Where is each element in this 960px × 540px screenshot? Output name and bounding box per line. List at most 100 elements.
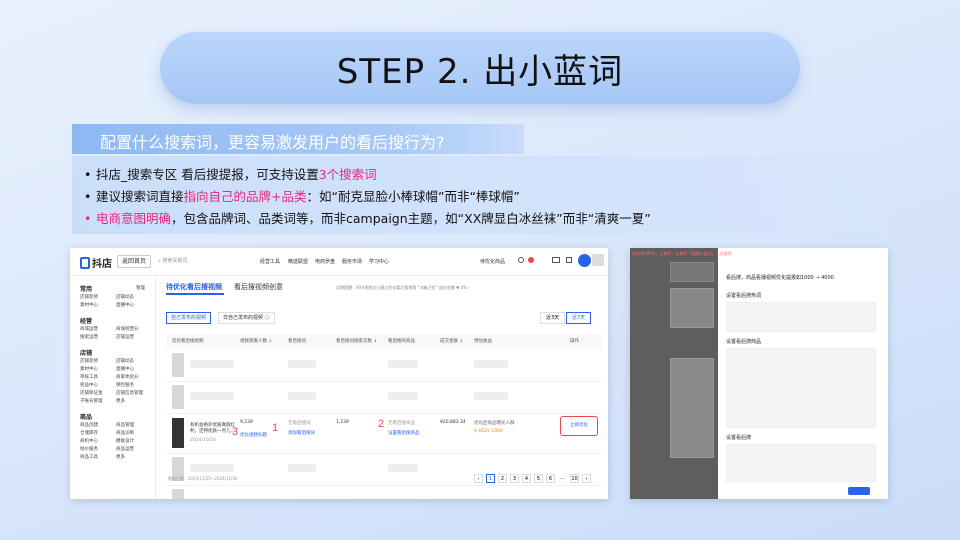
message-icon[interactable]	[552, 257, 560, 263]
table-header: 您的看后搜视频 视频观看人数 ↓ 看后搜词 看后搜词搜索次数 ↓ 看后搜的商品 …	[166, 334, 602, 348]
sidebar-group-title[interactable]: 常用	[80, 284, 92, 293]
sidebar-item[interactable]: 商家体验分	[116, 374, 139, 380]
phone-video-card	[670, 288, 714, 328]
nav-item-market[interactable]: 服务市场	[342, 258, 362, 265]
sidebar-item[interactable]: 搜索运营	[80, 334, 98, 340]
phone-section-card	[726, 302, 876, 332]
date-3-days[interactable]: 近3天	[540, 312, 566, 324]
bullet-3: • 电商意图明确，包含品牌词、品类词等，而非campaign主题，如“XX牌显白冰…	[84, 211, 651, 226]
sidebar-item[interactable]: 更多	[116, 454, 125, 460]
nav-item-alliance[interactable]: 精选联盟	[288, 258, 308, 265]
search-count-value: 1,239	[336, 420, 349, 425]
page-button[interactable]: 2	[498, 474, 507, 483]
bullet-2-tail: ：如“耐克显脸小棒球帽”而非“棒球帽”	[306, 189, 520, 204]
video-thumbnail[interactable]	[172, 418, 184, 448]
col-keyword: 看后搜词	[288, 339, 306, 344]
sidebar-item[interactable]: 模板设计	[116, 438, 134, 444]
blurred-cell	[288, 392, 316, 400]
notice-text[interactable]: 近期提醒：XXX视频达已通过优化看后搜视频 “冰箱卫拉” 成交金额 ▼ 0% ›	[336, 285, 470, 291]
video-thumbnail	[172, 353, 184, 377]
sidebar-manage-link[interactable]: 管理	[136, 285, 145, 291]
sidebar-item[interactable]: 商品运营	[116, 446, 134, 452]
subtab-own-videos[interactable]: 自己发布的视频	[166, 312, 212, 324]
page-prev-button[interactable]: ‹	[474, 474, 483, 483]
bullet-2: • 建议搜索词直接指向自己的品牌+品类：如“耐克显脸小棒球帽”而非“棒球帽”	[84, 189, 520, 204]
sidebar-item[interactable]: 仓储库存	[80, 430, 98, 436]
page-button[interactable]: 4	[522, 474, 531, 483]
phone-section-card	[726, 444, 876, 482]
blurred-cell	[190, 360, 234, 368]
set-goods-link[interactable]: 设置看后搜商品	[388, 430, 420, 436]
home-button[interactable]: 返回首页	[117, 255, 151, 268]
page-button[interactable]: 5	[534, 474, 543, 483]
nav-item-tools[interactable]: 经营工具	[260, 258, 280, 265]
sidebar-item[interactable]: 店铺动态	[116, 358, 134, 364]
subtab-other-videos[interactable]: 非自己发布的视频 ⓘ	[218, 312, 275, 324]
table-row	[166, 350, 602, 382]
estimate-value: ¥ $625-1000	[474, 429, 503, 434]
page-next-button[interactable]: ›	[582, 474, 591, 483]
col-gmv[interactable]: 成交金额 ↓	[440, 338, 463, 344]
blurred-cell	[288, 464, 316, 472]
sidebar-item[interactable]: 权益中心	[80, 382, 98, 388]
page-button[interactable]: 6	[546, 474, 555, 483]
sidebar-item[interactable]: 直播中心	[116, 302, 134, 308]
sidebar-item[interactable]: 保险服务	[116, 382, 134, 388]
nav-item-learning[interactable]: 学习中心	[369, 258, 389, 265]
sidebar-item[interactable]: 商品工具	[80, 454, 98, 460]
sidebar-item[interactable]: 店铺信息管理	[116, 390, 143, 396]
sidebar-group-title[interactable]: 经营	[80, 316, 92, 325]
add-keyword-link[interactable]: 添加看后搜词	[288, 430, 315, 436]
bullet-3-highlight: 电商意图明确	[96, 211, 172, 226]
bullet-2-highlight: 指向自己的品牌+品类	[183, 189, 307, 204]
sidebar-item[interactable]: 商城经营分	[116, 326, 139, 332]
avatar[interactable]	[578, 254, 591, 267]
phone-submit-button[interactable]	[848, 487, 870, 495]
col-views[interactable]: 视频观看人数 ↓	[240, 338, 272, 344]
pending-goods-link[interactable]: 待优化商品	[480, 258, 505, 265]
bell-icon[interactable]	[518, 257, 524, 263]
bullet-3-text: ，包含品牌词、品类词等，而非campaign主题，如“XX牌显白冰丝袜”而非“清…	[171, 211, 651, 226]
sidebar-item[interactable]: 店铺装修	[80, 294, 98, 300]
sidebar-item[interactable]: 店铺装修	[80, 358, 98, 364]
annotation-2: 2	[378, 418, 385, 430]
page-button[interactable]: 3	[510, 474, 519, 483]
tab-video-creatives[interactable]: 看后搜视频创意	[234, 282, 283, 292]
annotation-3: 3	[232, 426, 239, 438]
action-highlight-box	[560, 416, 598, 436]
blurred-cell	[388, 392, 418, 400]
blurred-cell	[388, 360, 418, 368]
sidebar-item[interactable]: 素材中心	[80, 302, 98, 308]
page-button[interactable]: 10	[570, 474, 579, 483]
sidebar-item[interactable]: 店铺动态	[116, 294, 134, 300]
search-input[interactable]: ⌕ 搜索关键词	[158, 257, 187, 264]
sidebar-item[interactable]: 审核工具	[80, 374, 98, 380]
sidebar-item[interactable]: 直播中心	[116, 366, 134, 372]
sidebar-item[interactable]: 商机中心	[80, 438, 98, 444]
tab-pending-videos[interactable]: 待优化看后搜视频	[166, 282, 222, 292]
sidebar-item[interactable]: 店铺保证金	[80, 390, 103, 396]
sidebar-item[interactable]: 店铺运营	[116, 334, 134, 340]
bullet-list: • 抖店_搜索专区 看后搜提报，可支持设置3个搜索词 • 建议搜索词直接指向自己的品…	[72, 156, 888, 234]
sidebar-item[interactable]: 子账号管理	[80, 398, 103, 404]
col-search-count[interactable]: 看后搜词搜索次数 ↓	[336, 338, 377, 344]
mobile-app-screenshot: 在抖音APP中，左侧栏、右侧栏「视频小蓝词」入口说明 看后搜，商品看播视频优化提…	[630, 248, 888, 499]
sidebar-group-title[interactable]: 店铺	[80, 348, 92, 357]
sidebar-item[interactable]: 更多	[116, 398, 125, 404]
page-button: ...	[560, 475, 565, 481]
tab-active-underline	[166, 293, 224, 295]
grid-icon[interactable]	[566, 257, 572, 263]
phone-section-1: 设置看后搜热词	[726, 293, 762, 299]
sidebar-item[interactable]: 商品创建	[80, 422, 98, 428]
sidebar-item[interactable]: 商品诊断	[116, 430, 134, 436]
page-button[interactable]: 1	[486, 474, 495, 483]
blurred-cell	[190, 392, 234, 400]
nav-item-compass[interactable]: 电商罗盘	[315, 258, 335, 265]
sidebar-group-title[interactable]: 商品	[80, 412, 92, 421]
optimize-title-link[interactable]: 优化视频标题	[240, 432, 267, 438]
sidebar-item[interactable]: 素材中心	[80, 366, 98, 372]
sidebar-item[interactable]: 绘价服务	[80, 446, 98, 452]
sidebar-item[interactable]: 商品管理	[116, 422, 134, 428]
date-7-days[interactable]: 近7天	[566, 312, 592, 324]
sidebar-item[interactable]: 商城运营	[80, 326, 98, 332]
